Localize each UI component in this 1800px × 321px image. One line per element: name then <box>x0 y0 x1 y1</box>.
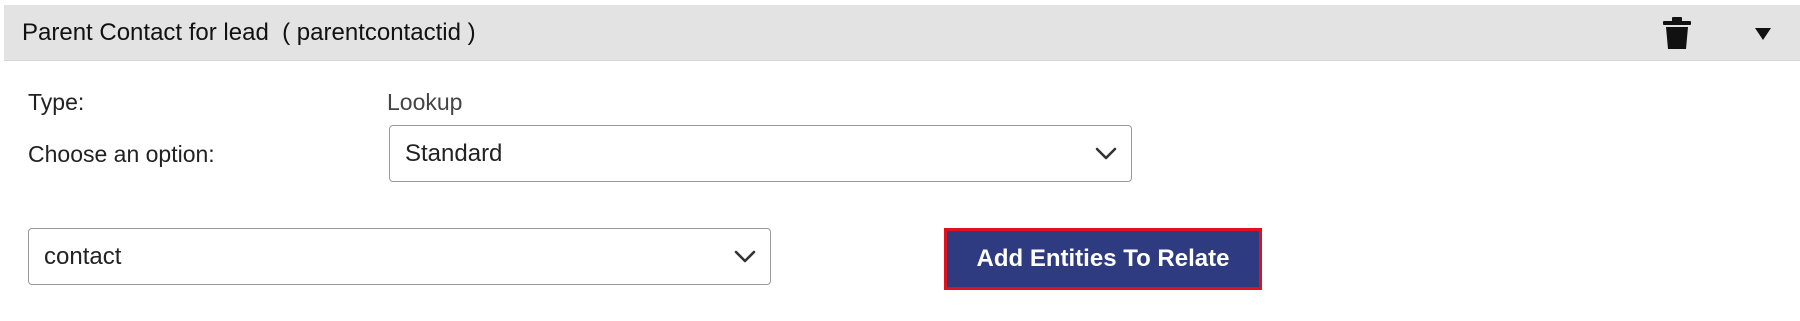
lookup-field-panel: Parent Contact for lead ( parentcontacti… <box>4 5 1800 321</box>
chevron-down-icon <box>734 250 756 262</box>
chevron-down-icon <box>1095 147 1117 159</box>
panel-header[interactable]: Parent Contact for lead ( parentcontacti… <box>4 5 1800 61</box>
choose-option-label: Choose an option: <box>28 141 215 167</box>
option-select[interactable]: Standard <box>389 125 1132 182</box>
caret-down-icon[interactable] <box>1754 27 1772 41</box>
option-select-value: Standard <box>405 139 503 167</box>
type-value: Lookup <box>387 89 463 115</box>
trash-icon[interactable] <box>1662 16 1692 50</box>
panel-title: Parent Contact for lead ( parentcontacti… <box>22 19 476 46</box>
entity-select-value: contact <box>44 242 122 270</box>
add-entities-button[interactable]: Add Entities To Relate <box>944 228 1262 290</box>
type-label: Type: <box>28 89 85 115</box>
entity-select[interactable]: contact <box>28 228 771 285</box>
